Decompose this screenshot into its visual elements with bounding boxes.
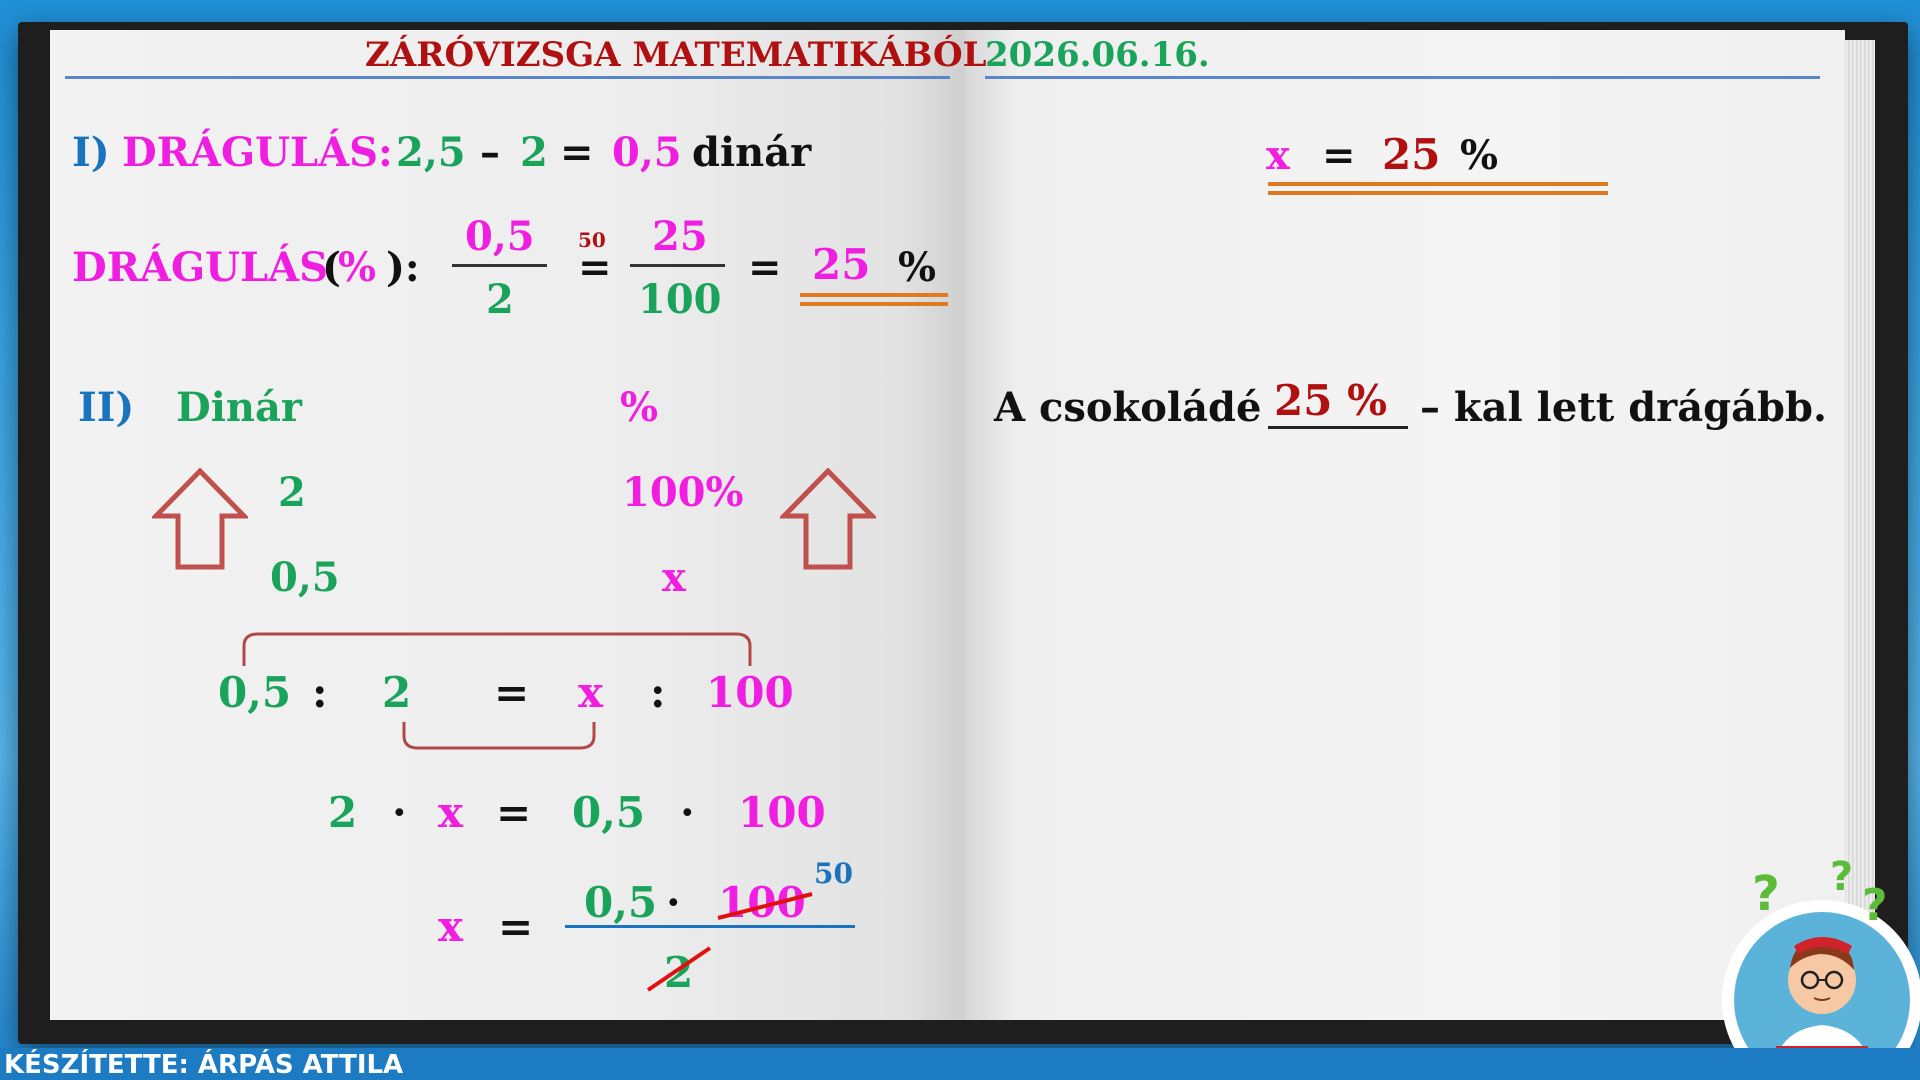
inner-terms-bracket [402,722,596,750]
prop-term-100: 100 [706,668,794,717]
prop-colon-1: : [312,668,328,717]
minus-sign: – [480,129,500,176]
fraction1-numerator: 0,5 [465,213,535,260]
svg-text:?: ? [1752,866,1780,922]
eq2-0-5: 0,5 [572,788,646,837]
eq2-x: x [438,788,464,837]
section1-roman: I) [72,129,110,176]
row2-dinar: 0,5 [270,554,340,601]
right-pct: % [1460,132,1499,179]
eq2-dot-1: · [392,788,407,837]
prop-term-a: 0,5 [218,668,292,717]
fraction2-numerator: 25 [652,213,708,260]
up-arrow-icon [780,468,876,570]
title-underline [65,76,950,79]
fraction2-denominator: 100 [638,276,722,323]
currency-unit: dinár [692,129,812,176]
eq3-fraction-bar [565,925,855,928]
row1-dinar: 2 [278,469,306,516]
eq3-numerator-0-5: 0,5 [584,878,658,927]
answer-sentence-start: A csokoládé [994,384,1262,431]
answer-blank-value: 25 % [1274,376,1387,425]
percent-result-unit: % [898,244,937,291]
prop-term-x: x [578,668,604,717]
right-x: x [1266,132,1290,179]
right-double-underline-1 [1268,182,1608,186]
fraction-equals: = [578,244,612,291]
result-double-underline-2 [800,302,948,306]
section1-label: DRÁGULÁS: [122,129,393,176]
svg-text:?: ? [1830,854,1853,900]
row1-percent: 100% [622,469,744,516]
eq3-dot: · [666,878,681,927]
eq2-2: 2 [328,788,358,837]
eq2-dot-2: · [680,788,695,837]
eq3-reduced-50: 50 [814,857,853,890]
answer-sentence-end: – kal lett drágább. [1420,384,1827,431]
author-credit: KÉSZÍTETTE: ÁRPÁS ATTILA [4,1050,404,1080]
column-head-dinar: Dinár [176,384,302,431]
right-double-underline-2 [1268,191,1608,195]
page-title: ZÁRÓVIZSGA MATEMATIKÁBÓL [365,35,987,75]
prop-term-b: 2 [382,668,412,717]
fraction1-denominator: 2 [486,276,514,323]
percent-label: DRÁGULÁS [72,244,329,291]
fraction2-bar [630,264,725,267]
section2-roman: II) [78,384,135,431]
price-increase: 0,5 [612,129,682,176]
prop-colon-2: : [650,668,666,717]
up-arrow-icon [152,468,248,570]
paren-close: ): [386,244,420,291]
price-new: 2,5 [396,129,466,176]
eq3-x: x [438,902,464,951]
svg-text:?: ? [1862,880,1888,931]
result-double-underline-1 [800,293,948,297]
cancel-stroke-100 [717,892,813,920]
right-equals: = [1322,132,1356,179]
exam-date: 2026.06.16. [985,35,1210,75]
price-old: 2 [520,129,548,176]
row2-percent: x [662,554,686,601]
date-underline [985,76,1820,79]
eq3-equals: = [498,902,534,951]
right-value: 25 [1382,130,1441,179]
eq2-100: 100 [738,788,826,837]
eq2-equals: = [496,788,532,837]
equals-sign: = [560,129,594,176]
prop-equals: = [494,668,530,717]
column-head-percent: % [620,384,659,431]
cancel-stroke-2 [646,946,712,992]
fraction1-bar [452,264,547,267]
percent-sign: % [338,244,377,291]
answer-blank-line [1268,426,1408,429]
outer-terms-bracket [242,632,752,666]
result-equals: = [748,244,782,291]
percent-result: 25 [812,240,871,289]
thinking-boy-avatar: ? ? ? [1722,854,1920,1080]
